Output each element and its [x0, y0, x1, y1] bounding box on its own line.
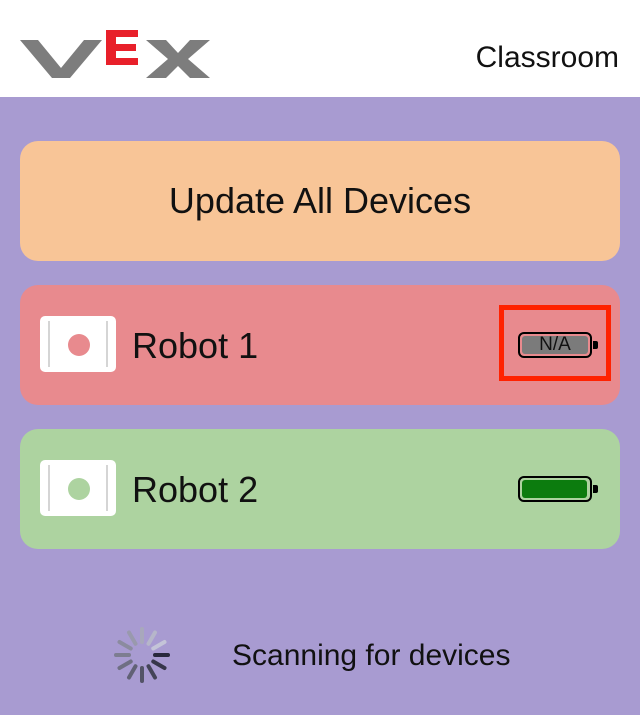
robot-card-2[interactable]: Robot 2 — [20, 429, 620, 549]
spinner-tick — [146, 630, 157, 646]
vex-logo — [20, 30, 210, 78]
robot-card-1[interactable]: Robot 1 N/A — [20, 285, 620, 405]
robot-name: Robot 2 — [132, 469, 259, 510]
page-title: Classroom — [475, 41, 619, 74]
spinner-icon — [114, 627, 170, 683]
spinner-tick — [151, 659, 167, 670]
spinner-tick — [127, 630, 138, 646]
update-all-devices-button[interactable]: Update All Devices — [20, 141, 620, 261]
scanning-status: Scanning for devices — [0, 620, 640, 690]
scanning-text: Scanning for devices — [232, 639, 511, 672]
battery-icon — [518, 476, 598, 502]
highlight-box — [499, 305, 611, 381]
robot-name: Robot 1 — [132, 325, 259, 366]
update-all-devices-label: Update All Devices — [168, 180, 472, 221]
spinner-tick — [146, 664, 157, 680]
spinner-tick — [151, 640, 167, 651]
spinner-tick — [117, 659, 133, 670]
app-header: Classroom — [0, 0, 640, 97]
spinner-tick — [117, 640, 133, 651]
spinner-tick — [127, 664, 138, 680]
robot-icon — [40, 460, 116, 516]
robot-icon — [40, 316, 116, 372]
